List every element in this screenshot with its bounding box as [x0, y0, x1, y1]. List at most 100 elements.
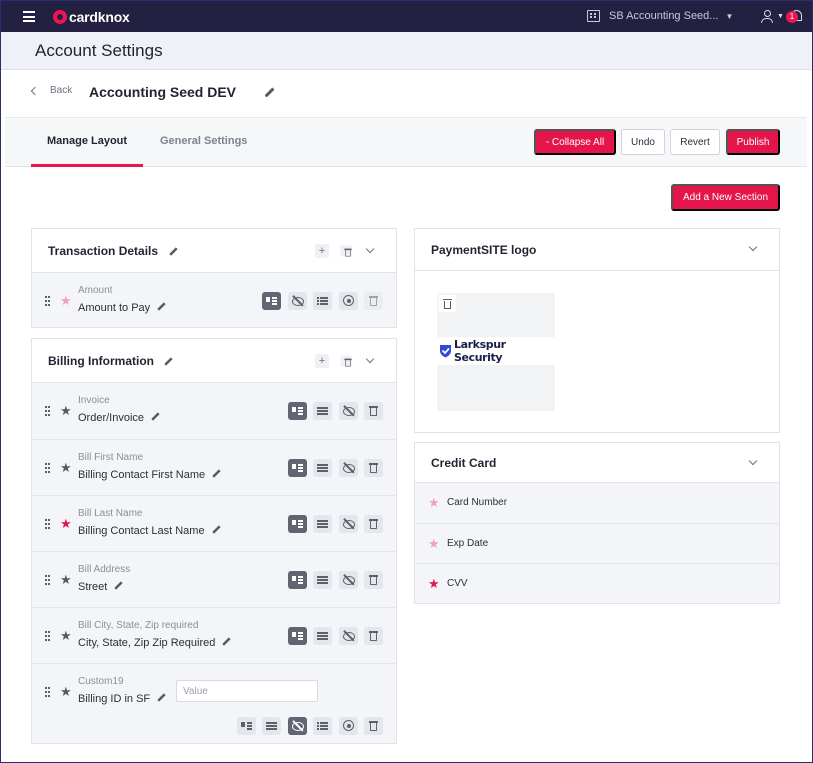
- hide-field-icon[interactable]: [288, 717, 307, 735]
- undo-button[interactable]: Undo: [621, 129, 665, 155]
- star-icon[interactable]: ★: [428, 577, 440, 590]
- display-card-icon[interactable]: [288, 627, 307, 645]
- back-button[interactable]: Back: [30, 85, 72, 96]
- edit-account-name-icon[interactable]: [264, 88, 274, 98]
- field-label-text: Billing ID in SF: [78, 693, 151, 705]
- delete-logo-icon[interactable]: [439, 295, 456, 312]
- delete-field-icon[interactable]: [364, 459, 383, 477]
- edit-field-icon[interactable]: [151, 413, 160, 422]
- star-icon[interactable]: ★: [60, 517, 72, 530]
- text-lines-icon[interactable]: [313, 627, 332, 645]
- star-icon[interactable]: ★: [60, 294, 72, 307]
- field-row: ★ Invoice Order/Invoice: [32, 383, 396, 439]
- hamburger-menu-icon[interactable]: [23, 11, 35, 22]
- hide-field-icon[interactable]: [339, 402, 358, 420]
- drag-handle-icon[interactable]: [45, 519, 51, 529]
- delete-field-icon[interactable]: [364, 571, 383, 589]
- hide-field-icon[interactable]: [288, 292, 307, 310]
- field-row: ★ Bill Last Name Billing Contact Last Na…: [32, 495, 396, 551]
- text-lines-icon[interactable]: [313, 515, 332, 533]
- edit-field-icon[interactable]: [222, 638, 231, 647]
- hide-field-icon[interactable]: [339, 627, 358, 645]
- edit-section-title-icon[interactable]: [169, 248, 178, 257]
- logo-preview[interactable]: Larkspur Security: [437, 293, 555, 411]
- edit-section-title-icon[interactable]: [164, 358, 173, 367]
- field-label: Card Number: [447, 497, 508, 508]
- delete-field-icon[interactable]: [364, 292, 383, 310]
- drag-handle-icon[interactable]: [45, 296, 51, 306]
- text-lines-icon[interactable]: [313, 402, 332, 420]
- display-card-icon[interactable]: [288, 571, 307, 589]
- field-row: ★ Card Number: [415, 483, 779, 523]
- hide-field-icon[interactable]: [339, 571, 358, 589]
- custom-value-input[interactable]: [176, 680, 318, 702]
- list-options-icon[interactable]: [313, 717, 332, 735]
- radio-option-icon[interactable]: [339, 717, 358, 735]
- logo-area: Larkspur Security: [415, 271, 779, 432]
- display-card-icon[interactable]: [288, 515, 307, 533]
- panel-header: Transaction Details +: [32, 229, 396, 273]
- drag-handle-icon[interactable]: [45, 575, 51, 585]
- field-row: ★ Amount Amount to Pay: [32, 273, 396, 328]
- field-label-text: Street: [78, 581, 108, 593]
- collapse-section-icon[interactable]: [748, 242, 758, 252]
- tab-general-settings[interactable]: General Settings: [160, 135, 247, 147]
- notification-badge[interactable]: 1: [786, 11, 798, 23]
- text-lines-icon[interactable]: [313, 459, 332, 477]
- edit-field-icon[interactable]: [114, 582, 123, 591]
- add-field-icon[interactable]: +: [315, 244, 329, 258]
- field-small-label: Bill Address: [78, 564, 131, 575]
- delete-section-icon[interactable]: [340, 355, 352, 367]
- star-icon[interactable]: ★: [428, 537, 440, 550]
- list-options-icon[interactable]: [313, 292, 332, 310]
- star-icon[interactable]: ★: [428, 496, 440, 509]
- delete-field-icon[interactable]: [364, 402, 383, 420]
- field-label-text: Amount to Pay: [78, 302, 151, 314]
- text-lines-icon[interactable]: [262, 717, 281, 735]
- star-icon[interactable]: ★: [60, 629, 72, 642]
- edit-field-icon[interactable]: [157, 303, 166, 312]
- display-card-icon[interactable]: [288, 459, 307, 477]
- user-caret-icon[interactable]: ▼: [777, 13, 784, 20]
- radio-option-icon[interactable]: [339, 292, 358, 310]
- delete-field-icon[interactable]: [364, 515, 383, 533]
- star-icon[interactable]: ★: [60, 685, 72, 698]
- drag-handle-icon[interactable]: [45, 631, 51, 641]
- user-icon[interactable]: [760, 10, 774, 24]
- brand-name: cardknox: [69, 9, 130, 25]
- delete-field-icon[interactable]: [364, 717, 383, 735]
- display-card-icon[interactable]: [262, 292, 281, 310]
- field-row: ★ Exp Date: [415, 523, 779, 563]
- collapse-section-icon[interactable]: [365, 244, 375, 254]
- star-icon[interactable]: ★: [60, 573, 72, 586]
- add-field-icon[interactable]: +: [315, 354, 329, 368]
- collapse-all-button[interactable]: - Collapse All: [534, 129, 616, 155]
- drag-handle-icon[interactable]: [45, 463, 51, 473]
- display-card-icon[interactable]: [237, 717, 256, 735]
- account-switcher[interactable]: SB Accounting Seed... ▼: [587, 10, 733, 22]
- star-icon[interactable]: ★: [60, 461, 72, 474]
- field-small-label: Bill Last Name: [78, 508, 143, 519]
- text-lines-icon[interactable]: [313, 571, 332, 589]
- collapse-section-icon[interactable]: [365, 354, 375, 364]
- delete-section-icon[interactable]: [340, 245, 352, 257]
- display-card-icon[interactable]: [288, 402, 307, 420]
- tab-manage-layout[interactable]: Manage Layout: [47, 135, 127, 147]
- panel-header: Billing Information +: [32, 339, 396, 383]
- hide-field-icon[interactable]: [339, 459, 358, 477]
- collapse-section-icon[interactable]: [748, 456, 758, 466]
- field-label: Street: [78, 581, 123, 593]
- page-title: Account Settings: [35, 41, 163, 60]
- drag-handle-icon[interactable]: [45, 687, 51, 697]
- edit-field-icon[interactable]: [157, 694, 166, 703]
- edit-field-icon[interactable]: [212, 470, 221, 479]
- hide-field-icon[interactable]: [339, 515, 358, 533]
- delete-field-icon[interactable]: [364, 627, 383, 645]
- add-new-section-button[interactable]: Add a New Section: [671, 184, 780, 211]
- star-icon[interactable]: ★: [60, 404, 72, 417]
- cardknox-logo[interactable]: cardknox: [53, 9, 130, 25]
- publish-button[interactable]: Publish: [726, 129, 780, 155]
- drag-handle-icon[interactable]: [45, 406, 51, 416]
- revert-button[interactable]: Revert: [670, 129, 720, 155]
- edit-field-icon[interactable]: [211, 526, 220, 535]
